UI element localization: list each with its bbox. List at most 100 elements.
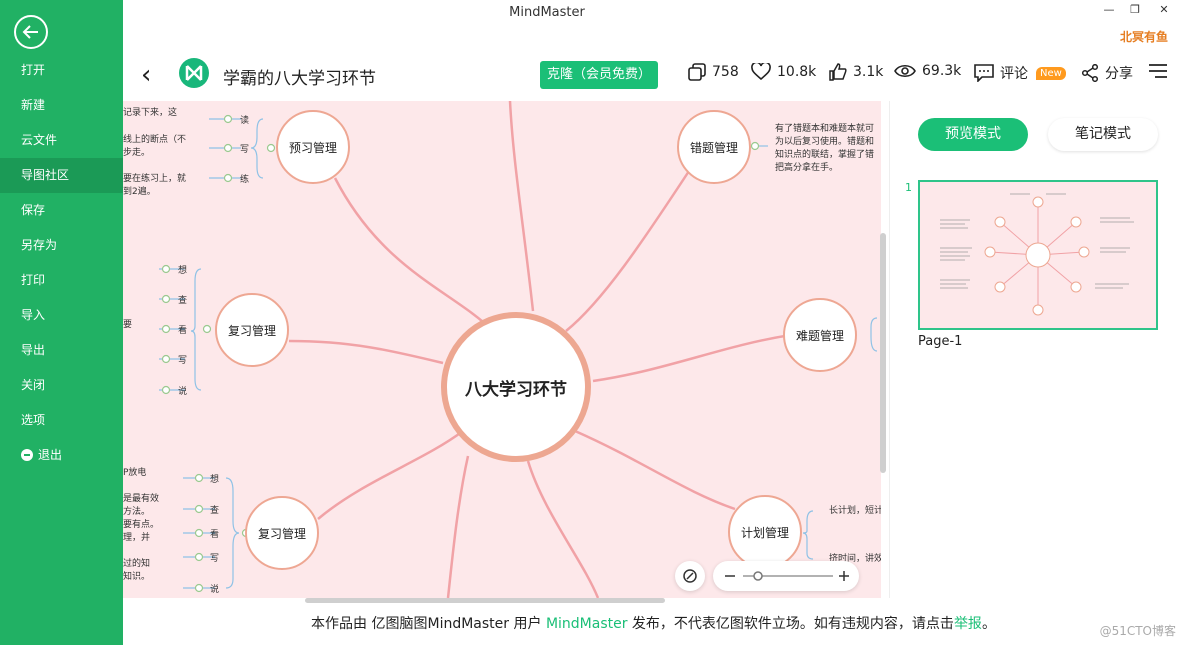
review2-notes: P放电 是最有效 方法。 要有点。 理，并 过的知 知识。: [123, 467, 159, 584]
footer-middle: 发布，不代表亿图软件立场。如有违规内容，请点击: [627, 616, 954, 632]
comment-icon: [974, 64, 994, 82]
node-mistakes[interactable]: 错题管理: [677, 110, 751, 184]
node-review-1[interactable]: 复习管理: [215, 293, 289, 367]
note-line: 步走。: [123, 148, 151, 158]
footer-prefix: 本作品由 亿图脑图MindMaster 用户: [311, 616, 546, 632]
footer-suffix: 。: [981, 616, 996, 632]
sidebar-item-close[interactable]: 关闭: [0, 368, 123, 403]
sidebar-item-cloud-files[interactable]: 云文件: [0, 123, 123, 158]
clone-button[interactable]: 克隆（会员免费）: [540, 61, 658, 89]
leaf-write[interactable]: 写: [210, 551, 219, 564]
comment-label: 评论: [1000, 66, 1028, 82]
restore-icon[interactable]: ❐: [1126, 3, 1144, 16]
node-hard[interactable]: 难题管理: [783, 298, 857, 372]
preview-mode-button[interactable]: 预览模式: [918, 118, 1028, 151]
favorites-stat[interactable]: 10.8k: [751, 63, 816, 81]
note-line: P放电: [123, 468, 147, 478]
notes-mode-button[interactable]: 笔记模式: [1048, 118, 1158, 151]
leaf-think[interactable]: 想: [210, 472, 219, 485]
title-bar: MindMaster — ❐ ✕ 北冥有鱼: [0, 0, 1184, 50]
sidebar-item-import[interactable]: 导入: [0, 298, 123, 333]
eye-icon: [894, 64, 916, 78]
leaf-speak[interactable]: 说: [178, 384, 187, 397]
zoom-in-icon: [839, 571, 849, 581]
vertical-scrollbar[interactable]: [880, 233, 886, 473]
leaf-speak[interactable]: 说: [210, 582, 219, 595]
app-title: MindMaster: [509, 5, 585, 20]
menu-icon[interactable]: [1149, 63, 1167, 79]
review1-notes: 要: [123, 320, 133, 330]
leaf-look[interactable]: 看: [210, 527, 219, 540]
note-line: 理，并: [123, 533, 151, 543]
close-icon[interactable]: ✕: [1155, 3, 1173, 16]
share-icon: [1081, 64, 1099, 82]
note-line: 线上的断点（不: [123, 135, 187, 145]
leaf-read[interactable]: 读: [240, 113, 249, 126]
leaf-check[interactable]: 查: [210, 503, 219, 516]
node-preview[interactable]: 预习管理: [276, 110, 350, 184]
author-link[interactable]: MindMaster: [546, 616, 628, 632]
note-line: 知识点的联结，掌握了错: [775, 150, 875, 160]
right-panel: 预览模式 笔记模式 1 Page-1: [889, 101, 1184, 598]
zoom-slider-handle: [753, 571, 763, 581]
report-link[interactable]: 举报: [954, 616, 982, 632]
leaf-practice[interactable]: 练: [240, 172, 249, 185]
sidebar-item-export[interactable]: 导出: [0, 333, 123, 368]
node-plan[interactable]: 计划管理: [728, 495, 802, 569]
link-icon[interactable]: [675, 561, 705, 591]
comment-button[interactable]: 评论 New: [974, 63, 1066, 83]
preview-notes: 记录下来，这 线上的断点（不 步走。 要在练习上，就 到2遍。: [123, 107, 186, 199]
sidebar-item-community[interactable]: 导图社区: [0, 158, 123, 193]
mindmaster-logo-icon: [179, 58, 209, 88]
sidebar-item-save-as[interactable]: 另存为: [0, 228, 123, 263]
mindmap-canvas[interactable]: 记录下来，这 线上的断点（不 步走。 要在练习上，就 到2遍。 要 P放电 是最…: [123, 101, 881, 598]
page-thumbnail[interactable]: [918, 180, 1158, 330]
favorites-count: 10.8k: [777, 64, 817, 80]
note-line: 把高分拿在手。: [775, 163, 839, 173]
views-stat: 69.3k: [894, 63, 961, 79]
document-title: 学霸的八大学习环节: [223, 69, 376, 89]
note-line: 要在练习上，就: [123, 174, 187, 184]
page-label[interactable]: Page-1: [918, 334, 962, 349]
copies-count: 758: [712, 64, 739, 80]
sidebar-item-options[interactable]: 选项: [0, 403, 123, 438]
page-number: 1: [905, 181, 912, 194]
sidebar-item-exit[interactable]: 退出: [0, 438, 123, 473]
share-label: 分享: [1105, 66, 1133, 82]
node-review-2[interactable]: 复习管理: [245, 496, 319, 570]
exit-icon: [21, 448, 33, 461]
heart-icon: [751, 63, 771, 81]
note-line: 知识。: [123, 572, 151, 582]
share-button[interactable]: 分享: [1081, 63, 1133, 83]
minimize-icon[interactable]: —: [1100, 3, 1118, 16]
copy-icon: [688, 63, 706, 81]
note-line: 要有点。: [123, 520, 160, 530]
copies-stat[interactable]: 758: [688, 63, 739, 81]
horizontal-scrollbar[interactable]: [305, 598, 665, 603]
zoom-control[interactable]: [713, 561, 859, 591]
leaf-check[interactable]: 查: [178, 293, 187, 306]
sidebar-item-open[interactable]: 打开: [0, 53, 123, 88]
note-line: 到2遍。: [123, 187, 156, 197]
leaf-think[interactable]: 想: [178, 263, 187, 276]
note-line: 是最有效: [123, 494, 160, 504]
sidebar-item-new[interactable]: 新建: [0, 88, 123, 123]
leaf-write[interactable]: 写: [240, 142, 249, 155]
sidebar-item-save[interactable]: 保存: [0, 193, 123, 228]
note-line: 为以后复习使用。错题和: [775, 137, 875, 147]
note-line: 方法。: [123, 507, 151, 517]
leaf-look[interactable]: 看: [178, 323, 187, 336]
note-line: 有了错题本和难题本就可: [775, 124, 875, 134]
likes-stat[interactable]: 3.1k: [829, 63, 883, 81]
back-arrow-icon[interactable]: [14, 15, 48, 49]
user-name[interactable]: 北冥有鱼: [1120, 28, 1168, 45]
header: ‹ 学霸的八大学习环节 克隆（会员免费） 758 10.8k 3.1k 69.3…: [123, 50, 1184, 100]
likes-count: 3.1k: [853, 64, 884, 80]
node-center[interactable]: 八大学习环节: [441, 312, 591, 462]
note-line: 记录下来，这: [123, 108, 178, 118]
sidebar-item-print[interactable]: 打印: [0, 263, 123, 298]
back-chevron-icon[interactable]: ‹: [141, 60, 151, 90]
footer-text: 本作品由 亿图脑图MindMaster 用户 MindMaster 发布，不代表…: [123, 613, 1184, 633]
watermark: @51CTO博客: [1099, 624, 1176, 638]
leaf-write[interactable]: 写: [178, 353, 187, 366]
